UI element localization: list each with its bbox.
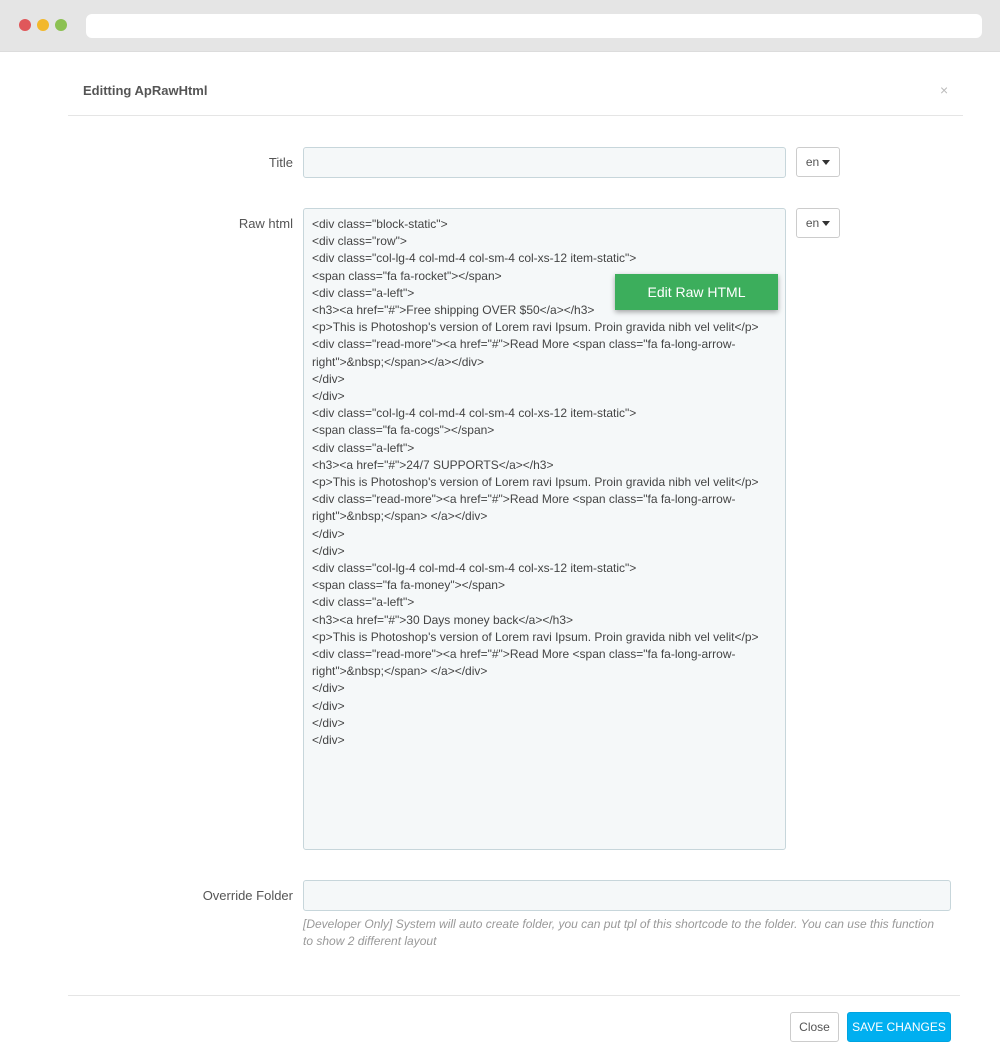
code-line: <div class="col-lg-4 col-md-4 col-sm-4 c… [312, 561, 637, 576]
raw-html-language-dropdown[interactable]: en [796, 208, 840, 238]
close-button[interactable]: Close [790, 1012, 839, 1042]
header-divider [68, 115, 963, 116]
code-line: </div> [312, 371, 345, 386]
footer-divider [68, 995, 960, 996]
window-minimize-dot[interactable] [37, 19, 49, 31]
address-bar[interactable] [86, 14, 982, 38]
code-line: <div class="read-more"><a href="#">Read … [312, 492, 736, 524]
code-line: </div> [312, 715, 345, 730]
code-line: <div class="col-lg-4 col-md-4 col-sm-4 c… [312, 406, 637, 421]
code-line: <p>This is Photoshop's version of Lorem … [312, 629, 759, 644]
override-folder-label: Override Folder [202, 888, 293, 903]
code-line: <div class="a-left"> [312, 440, 415, 455]
code-line: <span class="fa fa-cogs"></span> [312, 423, 495, 438]
code-line: <div class="block-static"> [312, 217, 448, 231]
window-maximize-dot[interactable] [55, 19, 67, 31]
code-line: <h3><a href="#">30 Days money back</a></… [312, 612, 574, 627]
browser-toolbar [0, 0, 1000, 52]
code-line: <p>This is Photoshop's version of Lorem … [312, 320, 759, 335]
code-line: <h3><a href="#">24/7 SUPPORTS</a></h3> [312, 457, 554, 472]
close-icon[interactable]: × [940, 82, 948, 98]
code-line: </div> [312, 681, 345, 696]
code-line: <span class="fa fa-money"></span> [312, 578, 505, 593]
code-line: </div> [312, 526, 345, 541]
code-line: <div class="a-left"> [312, 595, 415, 610]
code-line: <div class="col-lg-4 col-md-4 col-sm-4 c… [312, 251, 637, 266]
modal-title: Editting ApRawHtml [83, 83, 208, 98]
raw-html-language-label: en [805, 216, 820, 230]
raw-html-label: Raw html [238, 216, 293, 231]
title-language-dropdown[interactable]: en [796, 147, 840, 177]
caret-down-icon [822, 160, 831, 165]
code-line: </div> [312, 733, 345, 748]
caret-down-icon [822, 221, 831, 226]
edit-raw-html-button[interactable]: Edit Raw HTML [615, 274, 778, 310]
save-changes-button[interactable]: SAVE CHANGES [847, 1012, 951, 1042]
override-folder-input[interactable] [303, 880, 951, 911]
title-language-label: en [805, 155, 820, 169]
code-line: </div> [312, 698, 345, 713]
code-line: </div> [312, 543, 345, 558]
title-input[interactable] [303, 147, 786, 178]
title-label: Title [268, 155, 293, 170]
code-line: <div class="read-more"><a href="#">Read … [312, 337, 736, 369]
code-line: <div class="read-more"><a href="#">Read … [312, 647, 736, 679]
code-line: <div class="row"> [312, 234, 407, 249]
window-close-dot[interactable] [19, 19, 31, 31]
code-line: </div> [312, 389, 345, 404]
override-folder-help: [Developer Only] System will auto create… [303, 917, 935, 948]
code-line: <p>This is Photoshop's version of Lorem … [312, 475, 759, 490]
